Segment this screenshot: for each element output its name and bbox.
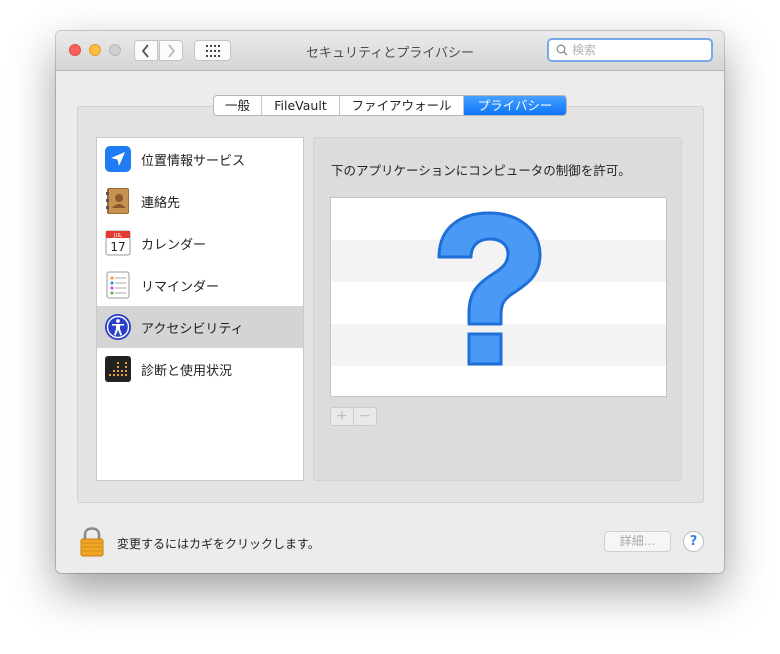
- tab-privacy[interactable]: プライバシー: [464, 96, 566, 115]
- lock-status-text: 変更するにはカギをクリックします。: [117, 537, 320, 551]
- contacts-book-icon: [106, 188, 129, 214]
- remove-button[interactable]: −: [354, 408, 376, 425]
- accessibility-icon: [105, 314, 131, 340]
- tab-bar: 一般 FileVault ファイアウォール プライバシー: [213, 95, 567, 116]
- padlock-icon[interactable]: [80, 527, 104, 557]
- accessibility-pane: 下のアプリケーションにコンピュータの制御を許可。 + −: [313, 137, 682, 481]
- calendar-day: 17: [110, 240, 125, 254]
- sidebar-item-label: 連絡先: [141, 196, 181, 211]
- tab-filevault[interactable]: FileVault: [262, 96, 340, 115]
- add-remove-control: + −: [330, 407, 377, 426]
- sidebar-item-contacts[interactable]: 連絡先: [97, 180, 303, 222]
- location-arrow-icon: [105, 146, 131, 172]
- search-input[interactable]: [572, 42, 708, 58]
- help-button[interactable]: ?: [683, 531, 704, 552]
- title-bar: セキュリティとプライバシー: [56, 31, 724, 71]
- advanced-button[interactable]: 詳細...: [604, 531, 671, 552]
- sidebar-item-calendar[interactable]: JUL 17 カレンダー: [97, 222, 303, 264]
- sidebar-item-diagnostics[interactable]: 診断と使用状況: [97, 348, 303, 390]
- add-button[interactable]: +: [331, 408, 354, 425]
- pane-description: 下のアプリケーションにコンピュータの制御を許可。: [331, 163, 631, 178]
- sidebar-item-label: 診断と使用状況: [141, 364, 233, 379]
- calendar-month: JUL: [113, 233, 122, 239]
- sidebar-item-label: 位置情報サービス: [141, 154, 246, 169]
- calendar-icon: JUL 17: [105, 230, 131, 256]
- app-list[interactable]: [330, 197, 667, 397]
- question-mark-icon: [437, 211, 542, 366]
- search-field[interactable]: [547, 38, 713, 62]
- search-icon: [556, 44, 568, 56]
- sidebar-item-location-services[interactable]: 位置情報サービス: [97, 138, 303, 180]
- reminders-icon: [106, 271, 130, 299]
- diagnostics-icon: [105, 356, 131, 382]
- privacy-category-list: 位置情報サービス 連絡先 JUL 17 カレンダー リマインダー アクセシビリテ…: [96, 137, 304, 481]
- sidebar-item-label: アクセシビリティ: [141, 322, 244, 337]
- sidebar-item-label: リマインダー: [141, 280, 220, 295]
- list-row: [331, 366, 666, 396]
- sidebar-item-label: カレンダー: [141, 238, 207, 253]
- tab-general[interactable]: 一般: [214, 96, 262, 115]
- sidebar-item-reminders[interactable]: リマインダー: [97, 264, 303, 306]
- tab-firewall[interactable]: ファイアウォール: [340, 96, 464, 115]
- sidebar-item-accessibility[interactable]: アクセシビリティ: [97, 306, 303, 348]
- preferences-window: セキュリティとプライバシー 一般 FileVault ファイアウォール プライバ…: [56, 31, 724, 573]
